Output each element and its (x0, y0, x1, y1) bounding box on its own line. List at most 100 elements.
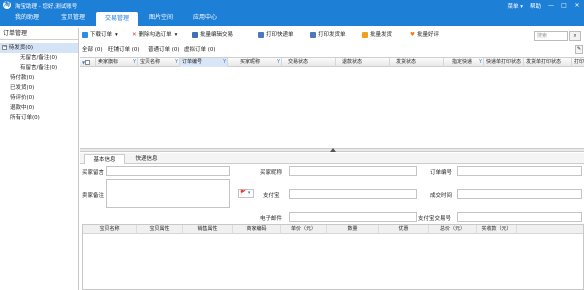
tab-basic-info[interactable]: 基本信息 (84, 154, 125, 164)
title-controls: 菜单 ▾ 帮助 — □ ✕ (507, 2, 580, 10)
alipay-trade-no-field[interactable] (457, 212, 582, 222)
flag-icon: 🚩 (240, 190, 247, 196)
column-header-express-print[interactable]: 快递单打印状态 (484, 58, 524, 67)
maximize-icon[interactable]: □ (561, 2, 567, 9)
collapse-arrow-icon[interactable] (330, 148, 336, 152)
tree-item-refunding[interactable]: 退款中(0) (0, 103, 78, 113)
buyer-nick-label: 买家昵称 (260, 170, 283, 176)
column-header-refund-status[interactable]: 退款状态 (336, 58, 390, 67)
items-col-attr[interactable]: 宝贝属性 (137, 225, 183, 234)
items-col-unit-price[interactable]: 单价（元） (281, 225, 327, 234)
search-button[interactable]: ⌕ (569, 31, 581, 41)
order-items-table: 宝贝名称 宝贝属性 销售属性 商家编码 单价（元） 数量 优惠 总价（元） 实收… (82, 224, 584, 290)
detail-tabs: 基本信息 快递信息 (80, 153, 584, 164)
chevron-down-icon: ▾ (247, 190, 251, 196)
seller-memo-label: 卖家备注 (82, 193, 105, 199)
column-header-invoice-print[interactable]: 发货单打印状态 (524, 58, 572, 67)
chevron-down-icon: ▾ (174, 32, 178, 38)
alipay-trade-no-label: 支付宝交易号 (418, 216, 452, 222)
tree-item-pending-review[interactable]: 待评价(0) (0, 93, 78, 103)
alipay-label: 支付宝 (263, 193, 280, 199)
tree-item-has-message[interactable]: 有留言/备注(0) (0, 63, 78, 73)
tree-item-no-message[interactable]: 无留言/备注(0) (0, 53, 78, 63)
flag-dropdown[interactable]: 🚩 ▾ (238, 189, 254, 198)
email-label: 电子邮件 (260, 216, 283, 222)
order-grid-header: ▼ 卖家旗标 Y 宝贝名称 Y 订单编号 Y 买家昵称 Y 交易状态 退款状态 发货状态… (80, 57, 584, 67)
items-col-merchant-code[interactable]: 商家编码 (233, 225, 281, 234)
filter-icon[interactable]: Y (223, 58, 226, 67)
sidebar: 订单管理 − 待发货(0) 无留言/备注(0) 有留言/备注(0) 待付款(0)… (0, 28, 79, 290)
deal-time-field[interactable] (457, 189, 582, 199)
edit-columns-icon[interactable]: ✎ (575, 45, 583, 54)
toolbar: 下载订单 ▾ ✕ 删除勾选订单 ▾ 批量编辑交易 打印快递单 打印发货单 批量发货 ♥… (80, 30, 584, 41)
items-col-total[interactable]: 总价（元） (429, 225, 477, 234)
batch-ship-button[interactable]: 批量发货 (362, 30, 392, 41)
tab-virtual-orders[interactable]: 虚拟订单 (0) (184, 45, 216, 55)
column-header-express[interactable]: 指定快递 Y (444, 58, 484, 67)
close-icon[interactable]: ✕ (574, 2, 580, 9)
collapse-icon[interactable]: − (2, 45, 7, 50)
select-all-checkbox[interactable] (85, 60, 91, 65)
tab-express-info[interactable]: 快递信息 (126, 154, 167, 164)
column-header-buyer-nick[interactable]: 买家昵称 Y (228, 58, 282, 67)
items-col-received[interactable]: 实收款（元） (477, 225, 517, 234)
column-header-print[interactable]: 打印 (572, 58, 584, 67)
order-no-label: 订单编号 (430, 170, 453, 176)
tree-item-label: 待发货(0) (8, 45, 34, 51)
tab-trade-management[interactable]: 交易管理 (96, 12, 138, 26)
column-header-seller-flag[interactable]: 卖家旗标 Y (96, 58, 138, 67)
alipay-field[interactable] (289, 189, 417, 199)
seller-memo-field[interactable] (106, 179, 230, 208)
edit-list-icon (192, 31, 198, 38)
minimize-icon[interactable]: — (548, 2, 554, 9)
tree-item-all-orders[interactable]: 所有订单(0) (0, 113, 78, 123)
menu-button[interactable]: 菜单 ▾ (507, 2, 523, 10)
batch-praise-button[interactable]: ♥ 批量好评 (410, 30, 439, 41)
magnifier-icon: ⌕ (573, 33, 577, 39)
items-col-name[interactable]: 宝贝名称 (83, 225, 137, 234)
main-panel: 下载订单 ▾ ✕ 删除勾选订单 ▾ 批量编辑交易 打印快递单 打印发货单 批量发货 ♥… (80, 28, 584, 290)
sidebar-header: 订单管理 (0, 28, 78, 40)
column-header-item-name[interactable]: 宝贝名称 Y (138, 58, 180, 67)
buyer-message-label: 买家留言 (82, 170, 105, 176)
items-col-quantity[interactable]: 数量 (327, 225, 379, 234)
email-field[interactable] (289, 212, 417, 222)
print-invoice-button[interactable]: 打印发货单 (310, 30, 346, 41)
splitter[interactable] (80, 148, 584, 152)
items-col-discount[interactable]: 优惠 (379, 225, 429, 234)
chevron-down-icon: ▾ (115, 32, 118, 38)
ship-icon (362, 31, 368, 38)
printer-icon (310, 31, 316, 38)
filter-icon[interactable]: Y (133, 58, 136, 67)
filter-icon[interactable]: Y (175, 58, 178, 67)
title-bar: 淘 淘宝助理 - 您好,测试账号 菜单 ▾ 帮助 — □ ✕ (0, 0, 584, 10)
tab-item-management[interactable]: 宝贝管理 (52, 10, 94, 26)
tab-app-center[interactable]: 应用中心 (184, 10, 226, 26)
grid-select-cell[interactable]: ▼ (80, 58, 96, 67)
column-header-order-no[interactable]: 订单编号 Y (180, 58, 228, 67)
tab-shop-orders[interactable]: 旺铺订单 (0) (108, 45, 140, 55)
tab-picture-space[interactable]: 图片空间 (140, 10, 182, 26)
tab-all[interactable]: 全部 (0) (82, 45, 103, 55)
tab-my-assistant[interactable]: 我的助理 (6, 10, 48, 26)
print-express-button[interactable]: 打印快递单 (258, 30, 294, 41)
tree-item-shipped[interactable]: 已发货(0) (0, 83, 78, 93)
search-input[interactable]: 搜索 (534, 31, 568, 41)
order-no-field[interactable] (457, 166, 582, 176)
items-col-sale-attr[interactable]: 销售属性 (183, 225, 233, 234)
column-header-trade-status[interactable]: 交易状态 (282, 58, 336, 67)
buyer-nick-field[interactable] (289, 166, 417, 176)
download-orders-button[interactable]: 下载订单 ▾ (82, 30, 118, 41)
download-icon (82, 31, 88, 38)
tree-item-pending-pay[interactable]: 待付款(0) (0, 73, 78, 83)
batch-edit-button[interactable]: 批量编辑交易 (192, 30, 233, 41)
filter-icon[interactable]: Y (277, 58, 280, 67)
help-button[interactable]: 帮助 (530, 2, 541, 10)
delete-selected-button[interactable]: ✕ 删除勾选订单 ▾ (132, 30, 177, 41)
tab-normal-orders[interactable]: 普通订单 (0) (148, 45, 180, 55)
column-header-ship-status[interactable]: 发货状态 (390, 58, 444, 67)
buyer-message-field[interactable] (106, 166, 230, 176)
tree-item-pending-ship[interactable]: − 待发货(0) (0, 43, 78, 53)
order-tree: − 待发货(0) 无留言/备注(0) 有留言/备注(0) 待付款(0) 已发货(… (0, 43, 78, 123)
filter-icon[interactable]: Y (479, 58, 482, 67)
